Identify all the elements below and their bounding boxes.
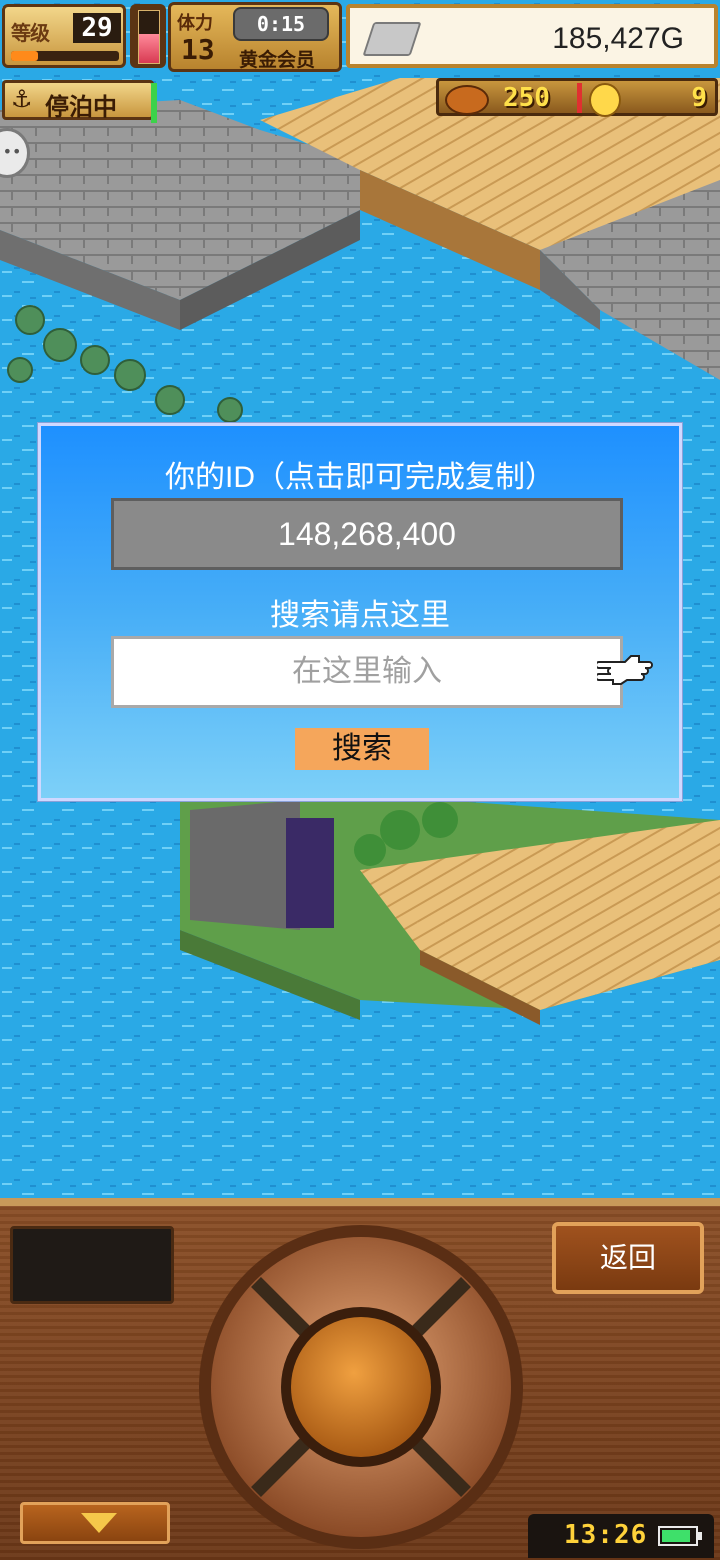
food-icon: [445, 85, 489, 115]
center-button[interactable]: [291, 1317, 431, 1457]
gold-panel: 185,427G: [346, 4, 718, 68]
resource-divider: [577, 83, 582, 113]
search-input[interactable]: [111, 636, 623, 708]
recovery-timer: 0:15: [233, 7, 329, 41]
level-value: 29: [73, 13, 121, 43]
dock-status[interactable]: ⚓ 停泊中: [2, 80, 157, 123]
level-indicator: 等级 29: [2, 4, 126, 68]
member-label: 黄金会员: [239, 49, 316, 71]
info-screen: [10, 1226, 174, 1304]
silver-ingot-icon: [362, 22, 422, 56]
id-search-dialog: 你的ID（点击即可完成复制） 148,268,400 搜索请点这里 搜索: [37, 422, 683, 802]
battery-icon: [658, 1526, 702, 1546]
battery-fill: [662, 1530, 691, 1542]
stamina-tube: [138, 10, 160, 64]
dialog-title: 你的ID（点击即可完成复制）: [165, 461, 555, 494]
user-id-copy-box[interactable]: 148,268,400: [111, 498, 623, 570]
back-button[interactable]: 返回: [552, 1222, 704, 1294]
arrow-down-icon: [81, 1513, 117, 1533]
search-label: 搜索请点这里: [270, 599, 450, 632]
directional-pad[interactable]: [196, 1222, 526, 1552]
stamina-gauge: [130, 4, 166, 68]
gold-amount: 185,427G: [552, 22, 684, 55]
resource-bar: 250 9: [436, 78, 718, 117]
menu-down-button[interactable]: [20, 1502, 170, 1544]
status-indicator: [151, 83, 157, 123]
level-label: 等级: [11, 21, 50, 45]
status-clock: 13:26: [528, 1514, 714, 1558]
dock-status-label: 停泊中: [45, 93, 117, 121]
search-button[interactable]: 搜索: [295, 728, 429, 770]
food-amount: 250: [503, 83, 550, 113]
pointing-hand-icon: [597, 655, 653, 685]
clock-time: 13:26: [564, 1520, 648, 1550]
coin-icon: [589, 83, 621, 117]
coin-amount: 9: [691, 83, 707, 113]
stamina-fill: [139, 34, 159, 63]
anchor-icon: ⚓: [11, 85, 33, 113]
member-panel[interactable]: 体力 13 0:15 黄金会员: [168, 2, 342, 72]
stamina-label: 体力: [177, 13, 213, 34]
control-panel: 返回 13:26: [0, 1198, 720, 1560]
level-progress-bar: [11, 51, 119, 61]
level-progress-fill: [11, 51, 38, 61]
stamina-value: 13: [181, 33, 215, 66]
